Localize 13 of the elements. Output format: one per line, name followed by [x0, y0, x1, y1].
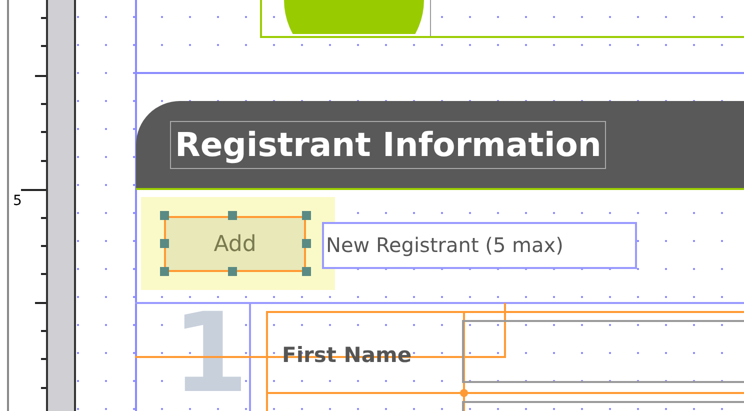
input-field[interactable]: [462, 320, 744, 383]
resize-handle[interactable]: [160, 211, 169, 220]
resize-handle[interactable]: [228, 267, 237, 276]
section-title: Registrant Information: [170, 120, 606, 168]
resize-handle[interactable]: [228, 211, 237, 220]
resize-handle[interactable]: [302, 267, 311, 276]
resize-handle[interactable]: [302, 239, 311, 248]
caption-text: New Registrant (5 max): [322, 222, 637, 269]
add-button[interactable]: Add: [164, 216, 306, 272]
resize-handle[interactable]: [160, 239, 169, 248]
ruler-label: 5: [13, 194, 22, 208]
resize-handle[interactable]: [160, 267, 169, 276]
resize-handle[interactable]: [302, 211, 311, 220]
